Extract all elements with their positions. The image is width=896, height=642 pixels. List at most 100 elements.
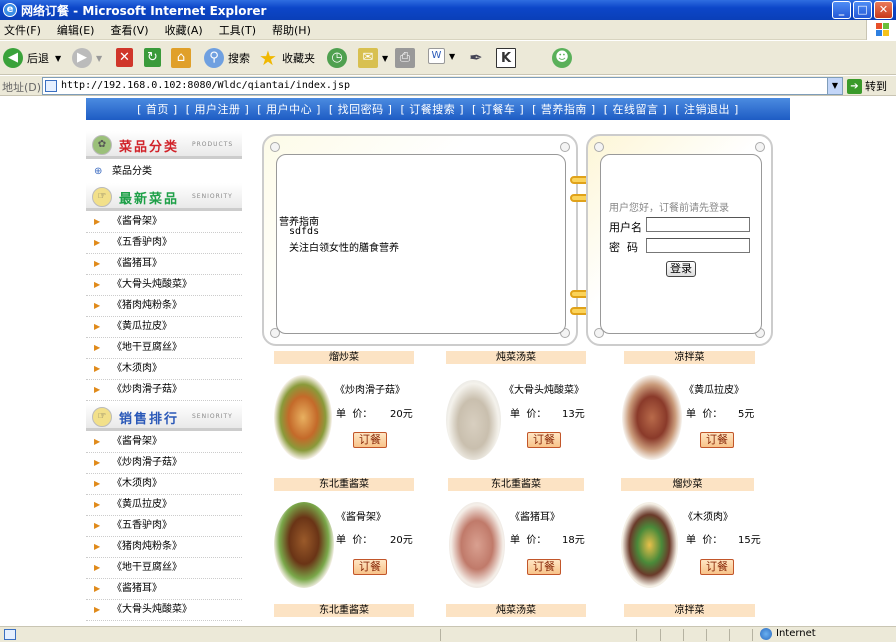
go-button[interactable]: ➔ 转到	[847, 78, 887, 94]
product-name[interactable]: 《黄瓜拉皮》	[684, 381, 744, 396]
dish-image[interactable]	[274, 502, 334, 588]
menu-view[interactable]: 查看(V)	[110, 22, 148, 38]
list-item[interactable]: ▶ 《酱骨架》	[86, 432, 242, 453]
nav-user-center[interactable]: [ 用户中心 ]	[257, 101, 321, 117]
list-item[interactable]: ▶ 《五香驴肉》	[86, 233, 242, 254]
nav-logout[interactable]: [ 注销退出 ]	[675, 101, 739, 117]
plus-icon: ⊕	[94, 166, 103, 177]
nav-nutrition-guide[interactable]: [ 营养指南 ]	[532, 101, 596, 117]
menu-favorites[interactable]: 收藏(A)	[165, 22, 203, 38]
messenger-icon: ☻	[552, 48, 572, 68]
nav-order-search[interactable]: [ 订餐搜索 ]	[400, 101, 464, 117]
nav-cart[interactable]: [ 订餐车 ]	[472, 101, 524, 117]
order-button[interactable]: 订餐	[700, 559, 734, 575]
list-item[interactable]: ▶ 《地干豆腐丝》	[86, 338, 242, 359]
menu-edit[interactable]: 编辑(E)	[57, 22, 95, 38]
list-item[interactable]: ▶ 《猪肉炖粉条》	[86, 537, 242, 558]
category-label[interactable]: 凉拌菜	[624, 604, 755, 617]
zone-label: Internet	[776, 628, 816, 639]
list-item[interactable]: ▶ 《五香驴肉》	[86, 516, 242, 537]
minimize-button[interactable]: _	[832, 1, 851, 19]
product-name[interactable]: 《酱骨架》	[336, 508, 386, 523]
refresh-button[interactable]: ↻	[144, 48, 165, 67]
back-button[interactable]: ◀ 后退 ▼	[3, 48, 61, 68]
list-item[interactable]: ▶ 《地干豆腐丝》	[86, 558, 242, 579]
category-label[interactable]: 熘炒菜	[274, 351, 414, 364]
list-item[interactable]: ▶ 《炒肉滑子菇》	[86, 453, 242, 474]
list-item[interactable]: ▶ 《木须肉》	[86, 474, 242, 495]
messenger-button[interactable]: ☻	[552, 48, 576, 68]
product-name[interactable]: 《大骨头炖酸菜》	[504, 381, 584, 396]
dish-image[interactable]	[446, 380, 501, 460]
maximize-button[interactable]: □	[853, 1, 872, 19]
order-button[interactable]: 订餐	[527, 559, 561, 575]
category-label[interactable]: 炖菜汤菜	[446, 604, 586, 617]
list-item[interactable]: ▶ 《酱猪耳》	[86, 579, 242, 600]
history-button[interactable]: ◷	[327, 48, 351, 68]
order-button[interactable]: 订餐	[353, 559, 387, 575]
address-input[interactable]: http://192.168.0.102:8080/Wldc/qiantai/i…	[42, 77, 843, 95]
username-input[interactable]	[646, 217, 750, 232]
category-label[interactable]: 东北重酱菜	[274, 478, 414, 491]
order-button[interactable]: 订餐	[700, 432, 734, 448]
list-item[interactable]: ▶ 《黄瓜拉皮》	[86, 495, 242, 516]
mail-button[interactable]: ✉ ▼	[358, 48, 388, 68]
forward-button[interactable]: ▶ ▼	[72, 48, 102, 68]
category-label[interactable]: 东北重酱菜	[274, 604, 414, 617]
home-button[interactable]: ⌂	[171, 48, 195, 68]
dish-image[interactable]	[621, 502, 678, 588]
nav-register[interactable]: [ 用户注册 ]	[186, 101, 250, 117]
messenger-k-button[interactable]: K	[496, 48, 520, 68]
product-name[interactable]: 《木须肉》	[683, 508, 733, 523]
stop-button[interactable]: ✕	[116, 48, 137, 67]
print-button[interactable]: ⎙	[395, 48, 419, 68]
nav-message[interactable]: [ 在线留言 ]	[604, 101, 668, 117]
panel-dot	[270, 142, 280, 152]
edit-button[interactable]: W ▼	[428, 48, 455, 64]
dish-image[interactable]	[449, 502, 505, 588]
category-label[interactable]: 熘炒菜	[621, 478, 754, 491]
login-button[interactable]: 登录	[666, 261, 696, 277]
nav-home[interactable]: [ 首页 ]	[137, 101, 178, 117]
search-button[interactable]: ⚲ 搜索	[204, 48, 250, 68]
list-item[interactable]: ▶ 《猪肉炖粉条》	[86, 296, 242, 317]
nav-find-password[interactable]: [ 找回密码 ]	[329, 101, 393, 117]
login-prompt: 用户您好，订餐前请先登录	[609, 203, 729, 214]
list-item[interactable]: ▶ 《炒肉滑子菇》	[86, 380, 242, 401]
list-item[interactable]: ▶ 《大骨头炖酸菜》	[86, 275, 242, 296]
category-label[interactable]: 凉拌菜	[624, 351, 755, 364]
guide-inner: 营养指南 sdfds 关注白领女性的膳食营养	[276, 154, 566, 334]
menu-help[interactable]: 帮助(H)	[272, 22, 311, 38]
list-item[interactable]: ▶ 《酱骨架》	[86, 212, 242, 233]
password-input[interactable]	[646, 238, 750, 253]
list-item[interactable]: ▶ 《木须肉》	[86, 359, 242, 380]
order-button[interactable]: 订餐	[353, 432, 387, 448]
sidebar-item-categories[interactable]: ⊕ 菜品分类	[86, 162, 242, 183]
list-item[interactable]: ▶ 《大骨头炖酸菜》	[86, 600, 242, 621]
discuss-button[interactable]: ✒	[466, 48, 490, 68]
close-button[interactable]: ✕	[874, 1, 893, 19]
address-dropdown-icon[interactable]: ▼	[827, 78, 842, 94]
bullet-icon: ▶	[94, 563, 101, 572]
divider	[752, 629, 753, 641]
order-button[interactable]: 订餐	[527, 432, 561, 448]
price-value: 20元	[390, 409, 413, 420]
forward-arrow-icon: ▶	[72, 48, 92, 68]
category-label[interactable]: 炖菜汤菜	[446, 351, 586, 364]
product-name[interactable]: 《酱猪耳》	[510, 508, 560, 523]
bullet-icon: ▶	[94, 364, 101, 373]
list-item[interactable]: ▶ 《酱猪耳》	[86, 254, 242, 275]
product-name[interactable]: 《炒肉滑子菇》	[335, 381, 405, 396]
list-item[interactable]: ▶ 《黄瓜拉皮》	[86, 317, 242, 338]
menu-tools[interactable]: 工具(T)	[219, 22, 256, 38]
category-label[interactable]: 东北重酱菜	[448, 478, 584, 491]
favorites-button[interactable]: ★ 收藏夹	[258, 48, 315, 68]
globe-icon	[760, 628, 772, 640]
dish-image[interactable]	[274, 375, 332, 460]
dish-image[interactable]	[622, 375, 682, 460]
divider	[706, 629, 707, 641]
guide-link[interactable]: 关注白领女性的膳食营养	[289, 239, 399, 254]
menu-file[interactable]: 文件(F)	[4, 22, 41, 38]
go-arrow-icon: ➔	[847, 78, 862, 94]
site-nav: [ 首页 ] [ 用户注册 ] [ 用户中心 ] [ 找回密码 ] [ 订餐搜索…	[86, 98, 790, 120]
